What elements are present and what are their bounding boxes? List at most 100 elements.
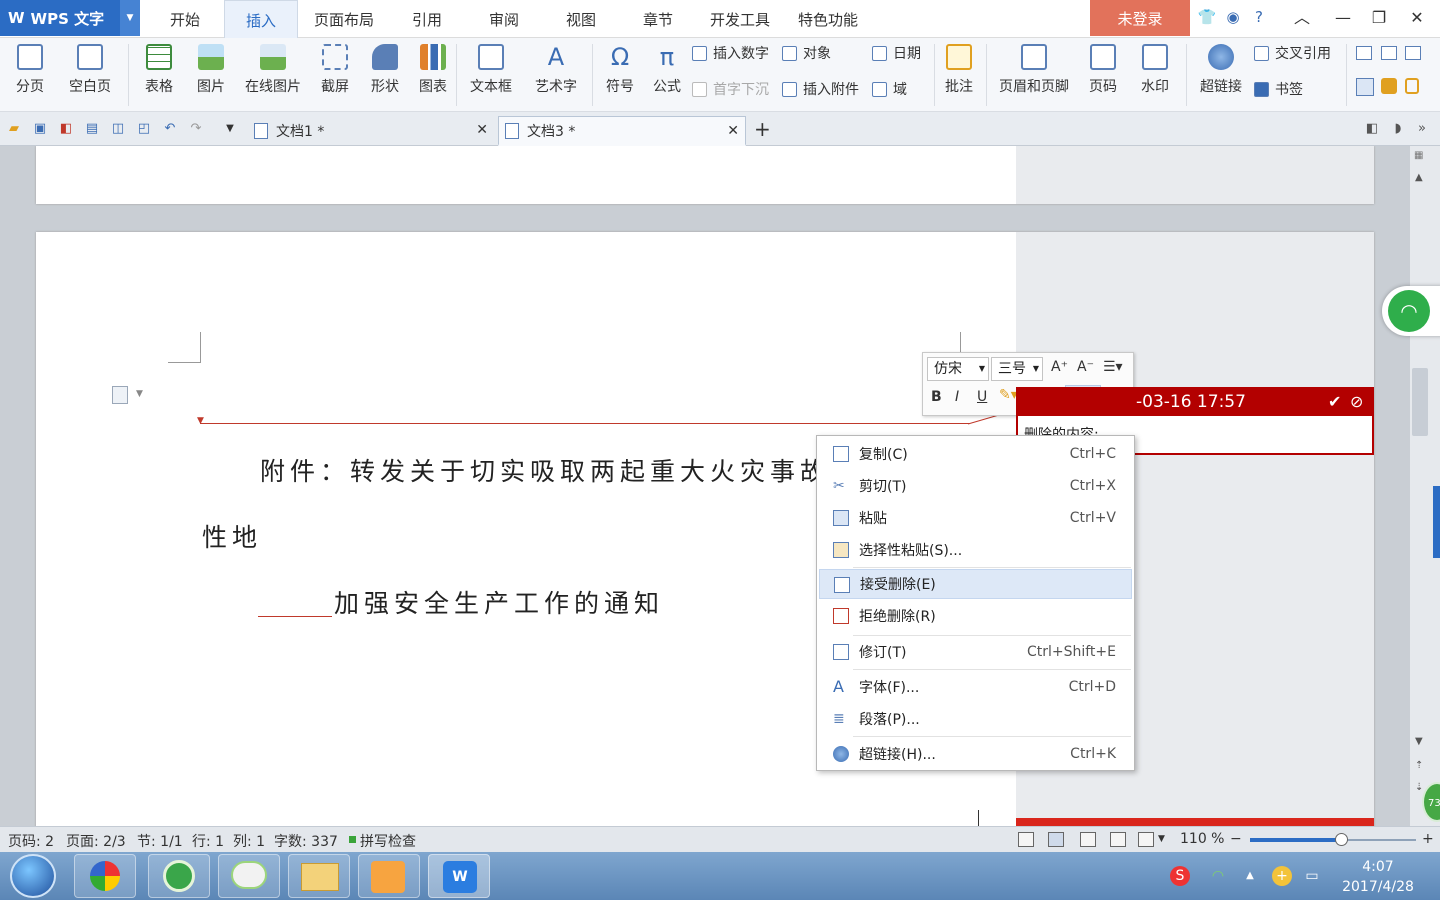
insert-number-button[interactable]: 插入数字 <box>692 42 769 64</box>
font-name-select[interactable]: 仿宋 ▼ <box>927 357 989 381</box>
menu-item-copy[interactable]: 复制(C) Ctrl+C <box>819 439 1132 469</box>
blank-page-button[interactable]: 空白页 <box>60 42 120 108</box>
wordart-button[interactable]: A 艺术字 <box>526 42 586 108</box>
taskbar-app-ie[interactable] <box>148 854 210 898</box>
taskbar-app-explorer[interactable] <box>288 854 350 898</box>
tab-start[interactable]: 开始 <box>155 0 215 38</box>
date-button[interactable]: 日期 <box>872 42 921 64</box>
tab-insert[interactable]: 插入 <box>224 0 298 38</box>
screenshot-button[interactable]: 截屏 <box>312 42 358 108</box>
prev-page-icon[interactable]: ⇡ <box>1415 760 1423 771</box>
menu-item-paste-special[interactable]: 选择性粘贴(S)... <box>819 535 1132 565</box>
web-view-icon[interactable] <box>1110 832 1126 847</box>
collapse-ribbon-icon[interactable]: ︿ <box>1287 6 1317 30</box>
minimize-button[interactable]: — <box>1328 6 1358 30</box>
zoom-level[interactable]: 110 % <box>1180 831 1224 847</box>
expand-icon[interactable]: » <box>1414 121 1430 137</box>
status-row[interactable]: 行: 1 <box>192 831 224 851</box>
reject-icon[interactable]: ⊘ <box>1350 392 1363 411</box>
formula-button[interactable]: π 公式 <box>648 42 686 108</box>
pen-icon[interactable]: ◗ <box>1390 121 1406 137</box>
online-picture-button[interactable]: 在线图片 <box>240 42 306 108</box>
app-menu-button[interactable]: W WPS 文字 ▼ <box>0 0 140 36</box>
preview-icon[interactable]: ◰ <box>136 121 152 137</box>
checkbox-control-icon[interactable] <box>1381 46 1397 60</box>
tab-references[interactable]: 引用 <box>398 0 456 38</box>
status-word-count[interactable]: 字数: 337 <box>274 831 338 851</box>
undo-icon[interactable]: ↶ <box>162 121 178 137</box>
object-button[interactable]: 对象 <box>782 42 831 64</box>
status-column[interactable]: 列: 1 <box>233 831 265 851</box>
doc-line-2[interactable]: 性地 <box>202 518 262 554</box>
form-control-icon[interactable] <box>1405 46 1421 60</box>
vertical-scrollbar[interactable]: ▦ ▲ ▼ ⇡ ⇣ <box>1410 146 1430 826</box>
taskbar-app-wps[interactable]: W <box>428 854 490 898</box>
status-pages[interactable]: 页面: 2/3 <box>66 831 126 851</box>
textbox-button[interactable]: 文本框 <box>462 42 520 108</box>
lock-icon[interactable] <box>1405 78 1419 94</box>
sidebar-toggle-icon[interactable]: ◧ <box>1364 121 1380 137</box>
comment-button[interactable]: 批注 <box>940 42 978 108</box>
hyperlink-button[interactable]: 超链接 <box>1194 42 1248 108</box>
doc-tab-3[interactable]: 文档3 * ✕ <box>498 116 746 146</box>
tab-review[interactable]: 审阅 <box>474 0 534 38</box>
shirt-icon[interactable]: 👕 <box>1196 8 1218 28</box>
wifi-widget[interactable]: ◠ <box>1382 286 1440 336</box>
chevron-down-icon[interactable]: ▼ <box>1158 834 1165 844</box>
fullscreen-view-icon[interactable] <box>1018 832 1034 847</box>
side-panel-tab[interactable] <box>1433 486 1440 558</box>
login-button[interactable]: 未登录 <box>1090 0 1190 36</box>
page-view-icon[interactable] <box>1048 832 1064 847</box>
watermark-button[interactable]: 水印 <box>1132 42 1178 108</box>
status-page-number[interactable]: 页码: 2 <box>8 831 54 851</box>
scroll-up-icon[interactable]: ▲ <box>1415 172 1423 183</box>
field-button[interactable]: 域 <box>872 78 907 100</box>
tab-special[interactable]: 特色功能 <box>790 0 866 38</box>
zoom-slider[interactable] <box>1250 833 1416 846</box>
wifi-tray-icon[interactable]: ◠ <box>1208 866 1228 886</box>
bold-button[interactable]: B <box>931 389 942 405</box>
print-icon[interactable]: ▤ <box>84 121 100 137</box>
weibo-icon[interactable]: ◉ <box>1222 8 1244 28</box>
scroll-thumb[interactable] <box>1412 368 1428 436</box>
chart-button[interactable]: 图表 <box>414 42 452 108</box>
restore-button[interactable]: ❐ <box>1364 6 1394 30</box>
picture-button[interactable]: 图片 <box>188 42 234 108</box>
menu-item-accept-deletion[interactable]: 接受删除(E) <box>819 569 1132 599</box>
symbol-button[interactable]: Ω 符号 <box>598 42 642 108</box>
page-break-button[interactable]: 分页 <box>6 42 54 108</box>
shape-button[interactable]: 形状 <box>362 42 408 108</box>
help-icon[interactable]: ? <box>1248 8 1270 28</box>
header-footer-button[interactable]: 页眉和页脚 <box>994 42 1074 108</box>
close-tab-icon[interactable]: ✕ <box>727 123 739 139</box>
chevron-down-icon[interactable]: ▼ <box>136 389 143 399</box>
open-folder-icon[interactable]: ▰ <box>6 121 22 137</box>
new-tab-icon[interactable]: + <box>754 119 771 139</box>
menu-item-track-changes[interactable]: 修订(T) Ctrl+Shift+E <box>819 637 1132 667</box>
eraser-icon[interactable] <box>1381 78 1397 94</box>
scroll-down-icon[interactable]: ▼ <box>1415 736 1423 747</box>
paragraph-handle-icon[interactable] <box>112 386 128 404</box>
taskbar-app-wechat[interactable] <box>218 854 280 898</box>
zoom-out-icon[interactable]: − <box>1230 831 1242 847</box>
print-preview-icon[interactable]: ◫ <box>110 121 126 137</box>
tab-developer[interactable]: 开发工具 <box>702 0 778 38</box>
network-tray-icon[interactable]: ▭ <box>1302 866 1322 886</box>
close-tab-icon[interactable]: ✕ <box>476 122 488 138</box>
insert-attachment-button[interactable]: 插入附件 <box>782 78 859 100</box>
taskbar-app-butterfly[interactable] <box>74 854 136 898</box>
status-section[interactable]: 节: 1/1 <box>137 831 183 851</box>
tab-chapter[interactable]: 章节 <box>628 0 688 38</box>
doc-line-3[interactable]: 加强安全生产工作的通知 <box>334 584 664 620</box>
underline-button[interactable]: U <box>977 389 987 405</box>
grow-font-button[interactable]: A⁺ <box>1051 359 1068 375</box>
accept-check-icon[interactable]: ✔ <box>1328 392 1341 411</box>
italic-button[interactable]: I <box>955 389 959 405</box>
doc-tab-1[interactable]: 文档1 * ✕ <box>248 116 494 146</box>
font-size-select[interactable]: 三号 ▼ <box>991 357 1043 381</box>
menu-item-reject-deletion[interactable]: 拒绝删除(R) <box>819 601 1132 631</box>
customize-chevron-icon[interactable]: ▼ <box>222 121 238 137</box>
scroll-top-icon[interactable]: ▦ <box>1414 150 1423 161</box>
next-page-icon[interactable]: ⇣ <box>1415 782 1423 793</box>
cross-reference-button[interactable]: 交叉引用 <box>1254 42 1331 64</box>
